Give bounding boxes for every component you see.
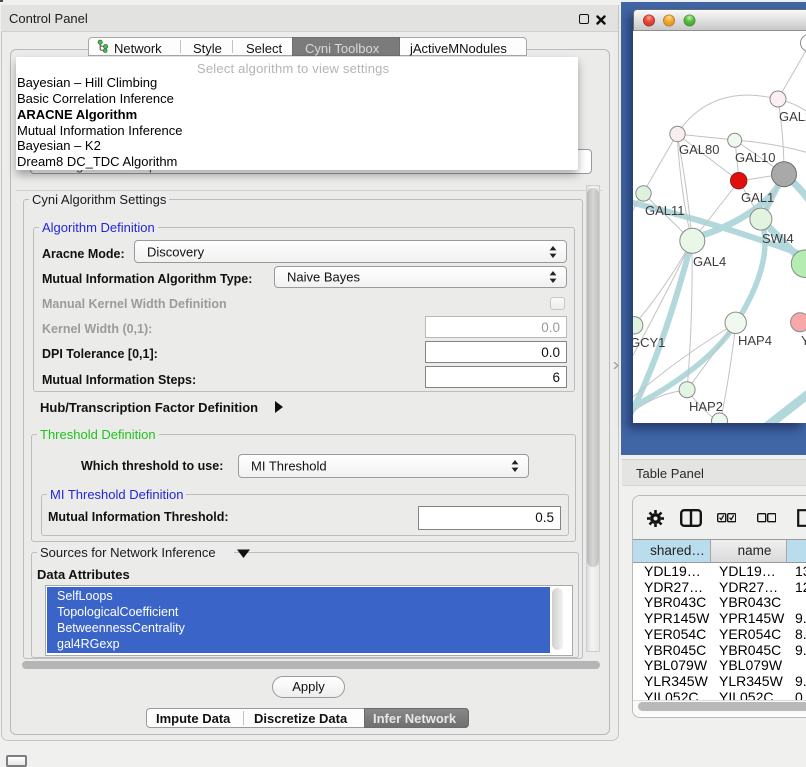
svg-text:HAP2: HAP2	[689, 399, 723, 414]
svg-text:Y: Y	[801, 333, 806, 348]
svg-text:SWI4: SWI4	[762, 231, 794, 246]
svg-text:GAL4: GAL4	[693, 254, 726, 269]
svg-text:GAL1: GAL1	[741, 190, 774, 205]
svg-text:GCY1: GCY1	[633, 335, 665, 350]
svg-text:GAL10: GAL10	[735, 150, 775, 165]
svg-text:GAL80: GAL80	[679, 142, 719, 157]
svg-text:HAP4: HAP4	[738, 333, 772, 348]
svg-text:GAL2: GAL2	[779, 109, 806, 124]
svg-text:GAL11: GAL11	[645, 203, 685, 218]
